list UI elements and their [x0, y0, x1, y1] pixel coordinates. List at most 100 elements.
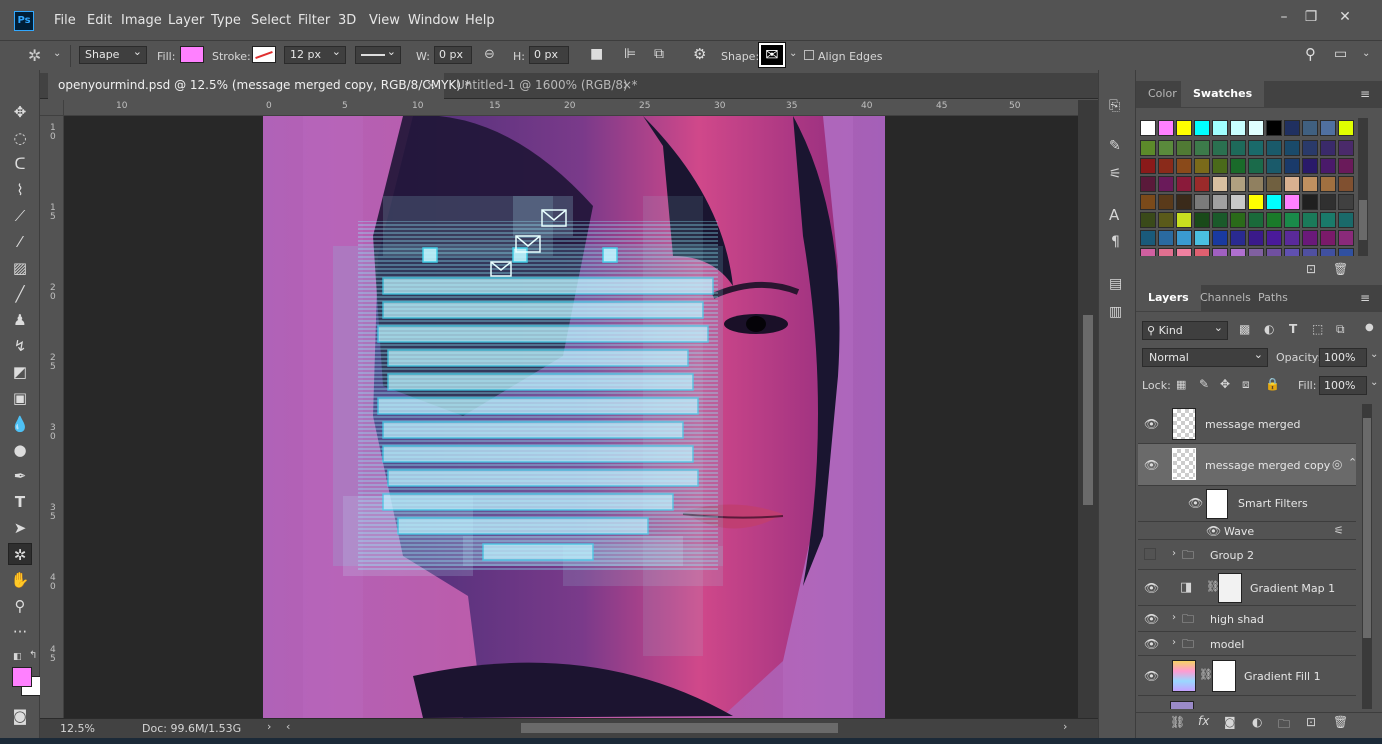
tab-untitled[interactable]: Untitled-1 @ 1600% (RGB/8) * ×	[446, 73, 640, 99]
swatch[interactable]	[1212, 212, 1228, 228]
zoom-level[interactable]: 12.5%	[60, 722, 95, 735]
stroke-swatch[interactable]	[252, 46, 276, 63]
swatch[interactable]	[1140, 212, 1156, 228]
path-alignment-icon[interactable]: ⊫	[624, 46, 636, 62]
healing-brush-tool-icon[interactable]: ▨	[8, 257, 32, 279]
swatch[interactable]	[1338, 140, 1354, 156]
chevron-down-icon[interactable]: ⌄	[1362, 48, 1370, 59]
menu-edit[interactable]: Edit	[87, 13, 112, 28]
layer-row[interactable]: 👁 message merged	[1138, 404, 1356, 444]
path-arrangement-icon[interactable]: ⧉	[654, 46, 664, 62]
history-brush-tool-icon[interactable]: ↯	[8, 335, 32, 357]
lock-transparent-icon[interactable]: ▦	[1176, 378, 1186, 391]
scroll-left-icon[interactable]: ‹	[286, 720, 290, 733]
swatch[interactable]	[1284, 140, 1300, 156]
swatch[interactable]	[1158, 194, 1174, 210]
swatch[interactable]	[1302, 120, 1318, 136]
swatch[interactable]	[1302, 248, 1318, 256]
swatch[interactable]	[1176, 120, 1192, 136]
swatch[interactable]	[1230, 248, 1246, 256]
visibility-eye-icon[interactable]: 👁	[1144, 417, 1159, 431]
swatch[interactable]	[1302, 212, 1318, 228]
stamp-tool-icon[interactable]: ♟	[8, 309, 32, 331]
layer-row[interactable]: 👁 › 🗀 high shad	[1138, 606, 1356, 632]
gear-icon[interactable]: ⚙	[693, 45, 706, 63]
swatch[interactable]	[1176, 194, 1192, 210]
vertical-scrollbar[interactable]	[1078, 100, 1098, 718]
swatch[interactable]	[1302, 176, 1318, 192]
swatch[interactable]	[1266, 248, 1282, 256]
panel-menu-icon[interactable]: ≡	[1360, 87, 1370, 101]
swatch[interactable]	[1230, 140, 1246, 156]
visibility-toggle-off[interactable]	[1144, 548, 1156, 560]
pen-tool-icon[interactable]: ✒	[8, 465, 32, 487]
lock-position-icon[interactable]: ✥	[1220, 377, 1230, 391]
swatch[interactable]	[1194, 194, 1210, 210]
swatch[interactable]	[1212, 230, 1228, 246]
swatch[interactable]	[1320, 194, 1336, 210]
swatch[interactable]	[1248, 120, 1264, 136]
fill-field[interactable]: 100%	[1319, 376, 1367, 395]
visibility-eye-icon[interactable]: 👁	[1144, 458, 1159, 472]
blur-tool-icon[interactable]: 💧	[8, 413, 32, 435]
swatch[interactable]	[1140, 230, 1156, 246]
add-mask-icon[interactable]: ◙	[1224, 715, 1236, 729]
swatch[interactable]	[1302, 230, 1318, 246]
custom-shape-tool-icon[interactable]: ✲	[8, 543, 32, 565]
eraser-tool-icon[interactable]: ◩	[8, 361, 32, 383]
character-icon[interactable]: A	[1109, 206, 1119, 224]
swatch[interactable]	[1158, 120, 1174, 136]
swatch[interactable]	[1248, 158, 1264, 174]
lock-all-icon[interactable]: 🔒	[1265, 377, 1280, 391]
marquee-tool-icon[interactable]: ◌	[8, 127, 32, 149]
smart-filters-row[interactable]: 👁 Smart Filters	[1138, 486, 1356, 522]
swatch[interactable]	[1266, 120, 1282, 136]
swatch[interactable]	[1248, 194, 1264, 210]
swatch[interactable]	[1266, 230, 1282, 246]
foreground-color-swatch[interactable]	[12, 667, 32, 687]
swatch[interactable]	[1212, 158, 1228, 174]
swatch[interactable]	[1158, 248, 1174, 256]
zoom-tool-icon[interactable]: ⚲	[8, 595, 32, 617]
adjustments-icon[interactable]: ⚟	[1109, 166, 1122, 182]
swatches-scrollbar[interactable]	[1358, 118, 1368, 256]
swatch[interactable]	[1194, 158, 1210, 174]
path-operations-icon[interactable]: ■	[590, 46, 603, 62]
visibility-eye-icon[interactable]: 👁	[1144, 581, 1159, 595]
swatch[interactable]	[1194, 230, 1210, 246]
filter-row[interactable]: 👁 Wave ⚟	[1138, 522, 1356, 540]
swatch[interactable]	[1320, 248, 1336, 256]
new-group-icon[interactable]: 🗀	[1278, 715, 1290, 736]
menu-help[interactable]: Help	[465, 13, 495, 28]
brush-tool-icon[interactable]: ╱	[8, 283, 32, 305]
tab-swatches[interactable]: Swatches	[1181, 81, 1265, 107]
swatch-grid[interactable]	[1140, 118, 1356, 256]
swatch[interactable]	[1194, 120, 1210, 136]
swatch[interactable]	[1266, 194, 1282, 210]
adjustment-layer-icon[interactable]: ◐	[1252, 715, 1262, 729]
swatch[interactable]	[1194, 212, 1210, 228]
shape-picker[interactable]: ✉	[758, 42, 786, 68]
swatch[interactable]	[1320, 120, 1336, 136]
close-icon[interactable]: ✕	[1336, 9, 1354, 25]
fill-swatch[interactable]	[180, 46, 204, 63]
close-icon[interactable]: ×	[426, 78, 436, 92]
swap-colors-icon[interactable]: ↰	[29, 650, 37, 661]
smart-object-filter-icon[interactable]: ⧉	[1336, 322, 1345, 337]
default-colors-icon[interactable]: ◧	[13, 652, 22, 662]
swatch[interactable]	[1140, 158, 1156, 174]
swatch[interactable]	[1176, 176, 1192, 192]
swatch[interactable]	[1176, 248, 1192, 256]
scroll-right-icon[interactable]: ›	[1063, 720, 1067, 733]
swatch[interactable]	[1212, 248, 1228, 256]
link-icon[interactable]: ⊖	[484, 47, 495, 62]
panel-menu-icon[interactable]: ≡	[1360, 291, 1370, 305]
pixel-filter-icon[interactable]: ▩	[1239, 322, 1250, 336]
chevron-right-icon[interactable]: ›	[1172, 612, 1176, 623]
restore-icon[interactable]: ❐	[1302, 9, 1320, 25]
swatch[interactable]	[1212, 176, 1228, 192]
libraries-icon[interactable]: ▤	[1109, 276, 1122, 292]
swatch[interactable]	[1158, 140, 1174, 156]
swatch[interactable]	[1248, 230, 1264, 246]
workspace-icon[interactable]: ▭	[1334, 46, 1347, 62]
